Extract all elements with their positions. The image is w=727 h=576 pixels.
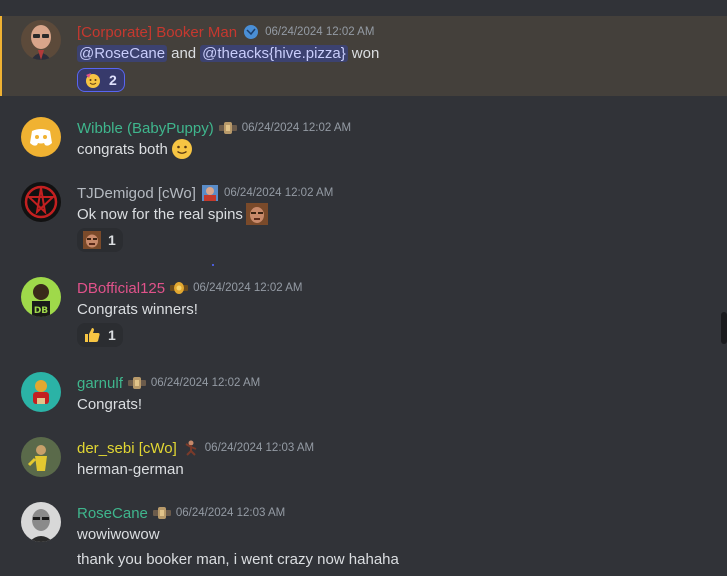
message-content: Congrats winners! xyxy=(77,298,198,320)
slightly-smiling-face-icon[interactable] xyxy=(171,138,193,160)
reaction-button[interactable]: 1 xyxy=(77,228,123,252)
face-custom-emoji-icon[interactable] xyxy=(245,203,268,225)
message-content: Ok now for the real spins xyxy=(77,203,268,225)
username[interactable]: Wibble (BabyPuppy) xyxy=(77,120,214,137)
message-text: Congrats! xyxy=(77,395,143,413)
username[interactable]: DBofficial125 xyxy=(77,280,165,297)
championship-belt-icon xyxy=(127,375,147,391)
thumbs-up-icon xyxy=(83,326,101,344)
message-content: @RoseCane and @theacks{hive.pizza} won xyxy=(77,42,379,64)
user-mention[interactable]: @theacks{hive.pizza} xyxy=(200,44,348,62)
message-content: congrats both xyxy=(77,138,193,160)
partying-face-icon xyxy=(84,71,102,89)
avatar[interactable] xyxy=(21,372,61,412)
message: Wibble (BabyPuppy) 06/24/2024 12:02 AM c… xyxy=(0,112,727,168)
reaction-button[interactable]: 2 xyxy=(77,68,125,92)
message-content: wowiwowow xyxy=(77,523,160,545)
avatar[interactable] xyxy=(21,502,61,542)
avatar[interactable]: DB xyxy=(21,277,61,317)
message-text: wowiwowow xyxy=(77,525,160,543)
message: TJDemigod [cWo] 06/24/2024 12:02 AM Ok n… xyxy=(0,177,727,257)
message-content: herman-german xyxy=(77,458,184,480)
reaction-count: 1 xyxy=(108,232,116,248)
message-content: Congrats! xyxy=(77,393,142,415)
gold-belt-icon xyxy=(169,280,189,296)
scrollbar[interactable] xyxy=(721,312,727,344)
face-custom-emoji-icon xyxy=(83,231,101,249)
reaction-count: 1 xyxy=(108,327,116,343)
timestamp[interactable]: 06/24/2024 12:02 AM xyxy=(265,26,374,38)
reaction-count: 2 xyxy=(109,72,117,88)
message-text: herman-german xyxy=(77,460,184,478)
timestamp[interactable]: 06/24/2024 12:02 AM xyxy=(151,377,260,389)
timestamp[interactable]: 06/24/2024 12:02 AM xyxy=(224,187,333,199)
message-text: Ok now for the real spins xyxy=(77,205,243,223)
message-highlighted: [Corporate] Booker Man 06/24/2024 12:02 … xyxy=(0,16,727,96)
user-mention[interactable]: @RoseCane xyxy=(77,44,168,62)
avatar[interactable] xyxy=(21,182,61,222)
avatar[interactable] xyxy=(21,20,61,60)
chat-message-list: [Corporate] Booker Man 06/24/2024 12:02 … xyxy=(0,0,727,576)
username[interactable]: TJDemigod [cWo] xyxy=(77,185,196,202)
username[interactable]: der_sebi [cWo] xyxy=(77,440,177,457)
wrestler-portrait-icon xyxy=(200,185,220,201)
championship-belt-icon xyxy=(152,505,172,521)
message-text: Congrats winners! xyxy=(77,300,198,318)
timestamp[interactable]: 06/24/2024 12:02 AM xyxy=(193,282,302,294)
username[interactable]: garnulf xyxy=(77,375,123,392)
message-content: thank you booker man, i went crazy now h… xyxy=(77,548,399,570)
dancing-figure-icon xyxy=(181,440,201,456)
timestamp[interactable]: 06/24/2024 12:02 AM xyxy=(242,122,351,134)
timestamp[interactable]: 06/24/2024 12:03 AM xyxy=(205,442,314,454)
message-text: thank you booker man, i went crazy now h… xyxy=(77,550,399,568)
message: DB DBofficial125 06/24/2024 12:02 AM Con… xyxy=(0,272,727,352)
message: der_sebi [cWo] 06/24/2024 12:03 AM herma… xyxy=(0,432,727,488)
message: garnulf 06/24/2024 12:02 AM Congrats! xyxy=(0,367,727,423)
svg-text:DB: DB xyxy=(34,306,48,316)
message: RoseCane 06/24/2024 12:03 AM wowiwowow t… xyxy=(0,497,727,576)
message-text: and xyxy=(171,44,197,62)
avatar[interactable] xyxy=(21,437,61,477)
avatar[interactable] xyxy=(21,117,61,157)
username[interactable]: [Corporate] Booker Man xyxy=(77,24,237,41)
championship-belt-icon xyxy=(218,120,238,136)
divider xyxy=(212,264,214,266)
globe-badge-icon xyxy=(241,24,261,40)
username[interactable]: RoseCane xyxy=(77,505,148,522)
timestamp[interactable]: 06/24/2024 12:03 AM xyxy=(176,507,285,519)
message-text: congrats both xyxy=(77,140,168,158)
message-text: won xyxy=(351,44,380,62)
reaction-button[interactable]: 1 xyxy=(77,323,123,347)
